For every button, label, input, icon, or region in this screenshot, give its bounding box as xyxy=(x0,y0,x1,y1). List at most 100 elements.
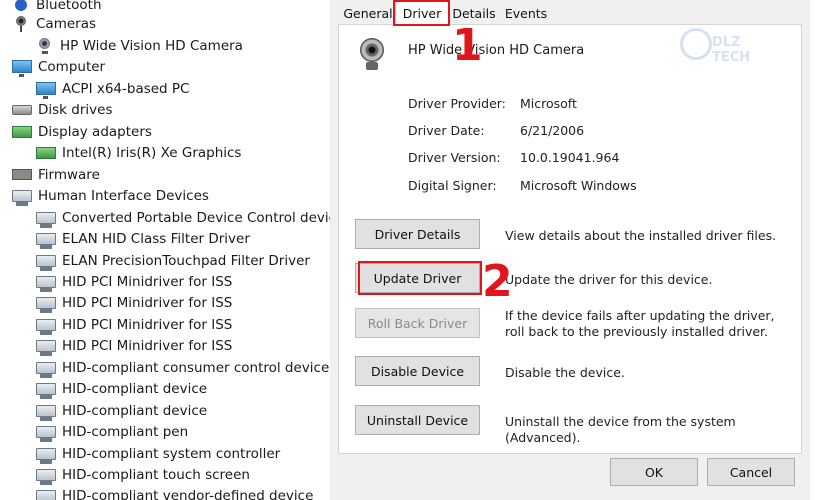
hid-device-icon xyxy=(36,361,56,378)
hid-device-icon xyxy=(36,447,56,464)
tree-item-label: Human Interface Devices xyxy=(38,187,209,204)
tree-item-label: HID-compliant device xyxy=(62,402,208,419)
tree-item-label: ELAN HID Class Filter Driver xyxy=(62,230,250,247)
driver-version-label: Driver Version: xyxy=(408,150,501,165)
tree-item-computer[interactable]: Computer xyxy=(12,56,105,77)
tree-item-label: Cameras xyxy=(36,15,97,32)
tab-general[interactable]: General xyxy=(343,3,393,23)
tree-item-label: ACPI x64-based PC xyxy=(62,80,190,97)
bluetooth-icon xyxy=(15,0,27,11)
step-2-marker: 2 xyxy=(482,256,513,307)
hid-device-icon xyxy=(36,318,56,335)
tree-item-intel-graphics[interactable]: Intel(R) Iris(R) Xe Graphics xyxy=(36,142,241,163)
tree-item-hid[interactable]: Human Interface Devices xyxy=(12,185,209,206)
digital-signer-value: Microsoft Windows xyxy=(520,178,637,193)
display-adapter-icon xyxy=(12,125,32,138)
tree-item-label: Computer xyxy=(38,58,106,75)
webcam-icon xyxy=(36,37,54,54)
tree-item-label: HID PCI Minidriver for ISS xyxy=(62,337,233,354)
hid-device-icon xyxy=(36,425,56,442)
disable-device-button[interactable]: Disable Device xyxy=(355,356,480,386)
tree-item-label: ELAN PrecisionTouchpad Filter Driver xyxy=(62,252,310,269)
step-1-marker: 1 xyxy=(452,20,483,71)
monitor-icon xyxy=(36,82,56,99)
tree-item-hid-child[interactable]: HID-compliant device xyxy=(36,400,207,421)
tab-events[interactable]: Events xyxy=(503,3,549,23)
hid-device-icon xyxy=(36,275,56,292)
tree-item-label: HID PCI Minidriver for ISS xyxy=(62,316,233,333)
roll-back-driver-button[interactable]: Roll Back Driver xyxy=(355,308,480,338)
tree-item-label: Display adapters xyxy=(38,123,152,140)
driver-tab-highlight xyxy=(393,0,450,26)
tree-item-hid-child[interactable]: Converted Portable Device Control device xyxy=(36,207,330,228)
tree-item-label: HID-compliant system controller xyxy=(62,445,281,462)
hid-device-icon xyxy=(36,254,56,271)
hid-device-icon xyxy=(36,296,56,313)
tree-item-label: HID PCI Minidriver for ISS xyxy=(62,294,233,311)
tree-item-label: Converted Portable Device Control device xyxy=(62,209,330,226)
driver-details-description: View details about the installed driver … xyxy=(505,228,777,243)
tree-item-hid-child[interactable]: HID-compliant system controller xyxy=(36,443,280,464)
driver-details-button[interactable]: Driver Details xyxy=(355,219,480,249)
device-manager-tree: Bluetooth Cameras HP Wide Vision HD Came… xyxy=(0,0,330,500)
hid-device-icon xyxy=(36,404,56,421)
driver-provider-value: Microsoft xyxy=(520,96,577,111)
uninstall-device-description: Uninstall the device from the system (Ad… xyxy=(505,414,736,445)
hid-device-icon xyxy=(36,211,56,228)
disk-drive-icon xyxy=(12,104,32,115)
hid-device-icon xyxy=(36,468,56,485)
tree-item-hid-child[interactable]: HID-compliant touch screen xyxy=(36,464,250,485)
tree-item-label: Intel(R) Iris(R) Xe Graphics xyxy=(62,144,242,161)
tree-item-hid-child[interactable]: HID-compliant device xyxy=(36,378,207,399)
tree-item-label: HID-compliant touch screen xyxy=(62,466,250,483)
tree-item-label: HID-compliant consumer control device xyxy=(62,359,330,376)
tree-item-hid-child[interactable]: HID-compliant pen xyxy=(36,421,188,442)
driver-provider-label: Driver Provider: xyxy=(408,96,506,111)
watermark-text: DLZ TECH xyxy=(712,35,751,65)
dlz-tech-logo: DLZ TECH xyxy=(680,28,780,65)
digital-signer-label: Digital Signer: xyxy=(408,178,497,193)
driver-date-label: Driver Date: xyxy=(408,123,485,138)
tree-item-hid-child[interactable]: HID PCI Minidriver for ISS xyxy=(36,292,232,313)
tree-item-hid-child[interactable]: HID-compliant consumer control device xyxy=(36,357,329,378)
driver-version-value: 10.0.19041.964 xyxy=(520,150,620,165)
update-driver-description: Update the driver for this device. xyxy=(505,272,713,287)
firmware-icon xyxy=(12,169,32,180)
camera-icon xyxy=(12,15,30,32)
tree-item-label: Disk drives xyxy=(38,101,113,118)
tree-item-label: HID PCI Minidriver for ISS xyxy=(62,273,233,290)
tree-item-hp-camera[interactable]: HP Wide Vision HD Camera xyxy=(36,35,243,56)
disable-device-description: Disable the device. xyxy=(505,365,625,380)
tree-item-label: HID-compliant device xyxy=(62,380,208,397)
ok-button[interactable]: OK xyxy=(610,458,698,486)
tree-item-hid-child[interactable]: ELAN PrecisionTouchpad Filter Driver xyxy=(36,250,310,271)
tree-item-label: HID-compliant vendor-defined device xyxy=(62,487,314,500)
webcam-icon xyxy=(358,38,388,74)
hid-device-icon xyxy=(36,382,56,399)
tree-item-label: Firmware xyxy=(38,166,100,183)
update-driver-highlight xyxy=(358,261,482,295)
uninstall-device-button[interactable]: Uninstall Device xyxy=(355,405,480,435)
hid-icon xyxy=(12,189,32,206)
roll-back-driver-description: If the device fails after updating the d… xyxy=(505,308,775,339)
tree-item-display-adapters[interactable]: Display adapters xyxy=(12,121,152,142)
tree-item-hid-child[interactable]: HID-compliant vendor-defined device xyxy=(36,485,313,500)
tree-item-label: HP Wide Vision HD Camera xyxy=(60,37,243,54)
hid-device-icon xyxy=(36,489,56,500)
tree-item-hid-child[interactable]: HID PCI Minidriver for ISS xyxy=(36,314,232,335)
tree-item-hid-child[interactable]: HID PCI Minidriver for ISS xyxy=(36,335,232,356)
driver-date-value: 6/21/2006 xyxy=(520,123,585,138)
tree-item-cameras[interactable]: Cameras xyxy=(12,13,96,34)
tree-item-disk-drives[interactable]: Disk drives xyxy=(12,99,113,120)
hid-device-icon xyxy=(36,232,56,249)
cancel-button[interactable]: Cancel xyxy=(707,458,795,486)
tree-item-acpi-pc[interactable]: ACPI x64-based PC xyxy=(36,78,190,99)
tree-item-label: Bluetooth xyxy=(36,0,102,13)
tree-item-hid-child[interactable]: ELAN HID Class Filter Driver xyxy=(36,228,250,249)
hid-device-icon xyxy=(36,339,56,356)
tree-item-label: HID-compliant pen xyxy=(62,423,189,440)
tree-item-firmware[interactable]: Firmware xyxy=(12,164,100,185)
tree-item-hid-child[interactable]: HID PCI Minidriver for ISS xyxy=(36,271,232,292)
computer-icon xyxy=(12,60,32,77)
device-name: HP Wide Vision HD Camera xyxy=(408,43,585,58)
